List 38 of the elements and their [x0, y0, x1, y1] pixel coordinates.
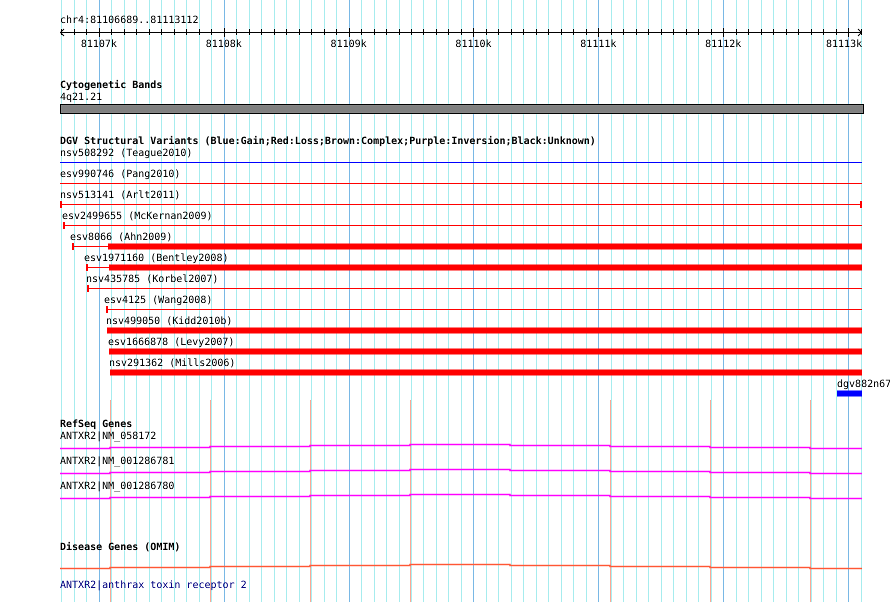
ruler-label: 81112k [705, 39, 742, 51]
ruler-label: 81107k [80, 39, 117, 51]
gene-line[interactable] [60, 444, 862, 450]
track-title: Disease Genes (OMIM) [60, 542, 182, 554]
variant-line[interactable] [106, 306, 862, 313]
variant-bar[interactable] [72, 243, 862, 250]
disease-gene-line[interactable] [60, 564, 862, 570]
gene-label[interactable]: ANTXR2|NM_058172 [60, 431, 156, 443]
variant-line[interactable] [63, 222, 862, 229]
gene-line[interactable] [60, 468, 862, 474]
ruler-label: 81110k [455, 39, 492, 51]
gene-line[interactable] [60, 494, 862, 500]
ruler-label: 81108k [206, 39, 242, 51]
variant-label[interactable]: esv8066 (Ahn2009) [70, 232, 172, 244]
ruler-label: 81111k [580, 39, 616, 51]
variant-label[interactable]: nsv508292 (Teague2010) [60, 148, 192, 160]
variant-label[interactable]: nsv435785 (Korbel2007) [86, 274, 218, 286]
location-label: chr4:81106689..81113112 [60, 15, 200, 27]
variant-line[interactable] [87, 285, 862, 292]
disease-gene-label[interactable]: ANTXR2|anthrax toxin receptor 2 [60, 580, 247, 592]
track-title: RefSeq Genes [60, 419, 134, 431]
variant-label[interactable]: esv1971160 (Bentley2008) [84, 253, 228, 265]
ruler-label: 81113k [826, 39, 862, 51]
variant-bar[interactable] [86, 264, 862, 271]
variant-label[interactable]: nsv291362 (Mills2006) [109, 358, 236, 370]
variant-line[interactable] [60, 201, 862, 208]
variant-label[interactable]: nsv513141 (Arlt2011) [60, 190, 180, 202]
variant-label[interactable]: esv1666878 (Levy2007) [108, 337, 234, 349]
variant-label[interactable]: esv2499655 (McKernan2009) [62, 211, 213, 223]
track-title: Cytogenetic Bands [60, 80, 164, 92]
track-title: DGV Structural Variants (Blue:Gain;Red:Loss;Brown:Complex;Purple:Inversion;Black:Unknown) [60, 136, 597, 148]
variant-label[interactable]: esv4125 (Wang2008) [104, 295, 212, 307]
band-label: 4q21.21 [60, 92, 104, 104]
gene-label[interactable]: ANTXR2|NM_001286781 [60, 456, 174, 468]
gene-label[interactable]: ANTXR2|NM_001286780 [60, 481, 174, 493]
variant-label[interactable]: nsv499050 (Kidd2010b) [106, 316, 232, 328]
ruler-label: 81109k [330, 39, 367, 51]
variant-label[interactable]: esv990746 (Pang2010) [60, 169, 180, 181]
